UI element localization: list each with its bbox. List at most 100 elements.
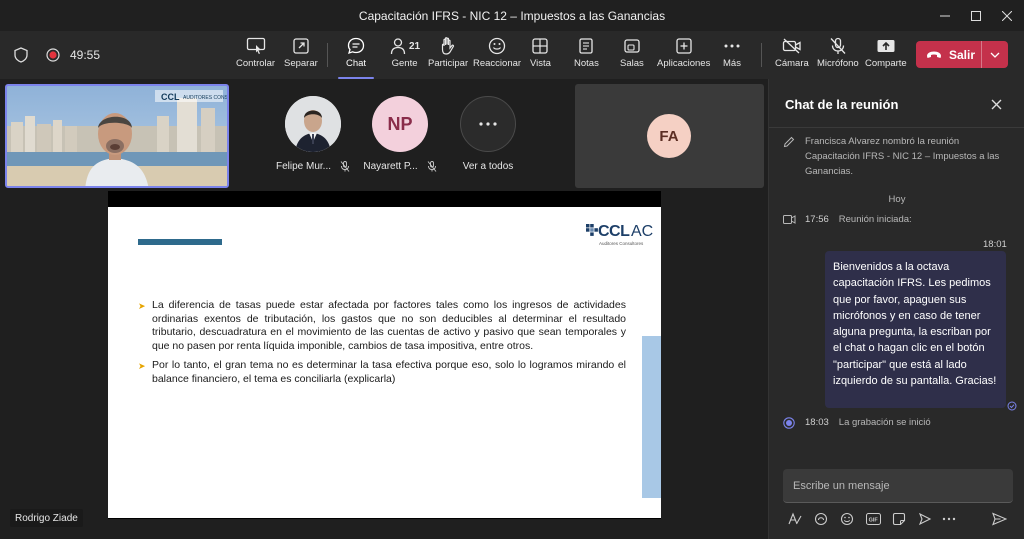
- slide-bullet: ➤ Por lo tanto, el gran tema no es deter…: [138, 359, 626, 385]
- loop-button[interactable]: [811, 509, 831, 529]
- maximize-icon: [971, 10, 981, 21]
- rename-event: Francisca Alvarez nombró la reunión Capa…: [783, 134, 1013, 179]
- notas-button[interactable]: Notas: [574, 35, 599, 75]
- microphone-off-icon: [830, 37, 846, 54]
- logo-mark-icon: [586, 224, 598, 236]
- logo-subtitle: Auditores Consultores: [599, 241, 644, 246]
- recording-icon: [783, 417, 795, 429]
- leave-label: Salir: [949, 47, 976, 62]
- screen-control-icon: [246, 37, 265, 54]
- vista-button[interactable]: Vista: [530, 35, 551, 75]
- gif-icon: GIF: [865, 513, 881, 525]
- send-icon: [991, 512, 1007, 526]
- gif-button[interactable]: GIF: [863, 509, 883, 529]
- logo-suffix: AC: [631, 223, 654, 240]
- reaccionar-button[interactable]: Reaccionar: [473, 35, 521, 75]
- people-icon: [390, 38, 406, 55]
- message-input[interactable]: Escribe un mensaje: [783, 469, 1013, 503]
- meeting-status: 49:55: [14, 31, 100, 79]
- toolbar-divider: [327, 43, 328, 67]
- more-icon: [724, 44, 740, 48]
- view-all-label: Ver a todos: [462, 161, 514, 172]
- more-icon: [942, 517, 956, 521]
- chat-message[interactable]: Bienvenidos a la octava capacitación IFR…: [825, 251, 1006, 408]
- raise-hand-icon: [441, 37, 455, 55]
- send-later-icon: [918, 512, 932, 526]
- title-bar: Capacitación IFRS - NIC 12 – Impuestos a…: [0, 0, 1024, 31]
- window-title: Capacitación IFRS - NIC 12 – Impuestos a…: [358, 9, 666, 23]
- breakout-rooms-icon: [624, 39, 640, 53]
- participant-nayarett[interactable]: NP Nayarett P...: [355, 96, 445, 172]
- separar-button[interactable]: Separar: [284, 35, 318, 75]
- avatar: FA: [647, 114, 691, 158]
- participant-name: Felipe Mur...: [275, 161, 332, 172]
- day-separator: Hoy: [888, 194, 906, 205]
- sticker-button[interactable]: [889, 509, 909, 529]
- leave-main[interactable]: Salir: [916, 41, 982, 68]
- hang-up-icon: [927, 51, 941, 58]
- avatar: NP: [372, 96, 428, 152]
- shield-icon[interactable]: [14, 47, 28, 63]
- video-icon: [783, 215, 796, 224]
- leave-button[interactable]: Salir: [916, 41, 1008, 68]
- chat-panel: Chat de la reunión Francisca Alvarez nom…: [768, 79, 1024, 539]
- loop-icon: [814, 512, 828, 526]
- participant-felipe[interactable]: Felipe Mur...: [268, 96, 358, 172]
- view-all-button[interactable]: Ver a todos: [443, 96, 533, 172]
- participant-name: Nayarett P...: [363, 161, 418, 172]
- share-screen-icon: [877, 40, 895, 52]
- close-chat-button[interactable]: [987, 95, 1005, 113]
- read-receipt: [1007, 398, 1017, 416]
- format-button[interactable]: [785, 509, 805, 529]
- leave-options-dropdown[interactable]: [982, 52, 1008, 58]
- avatar: [285, 96, 341, 152]
- gente-button[interactable]: 21 Gente: [389, 35, 420, 75]
- send-button[interactable]: [989, 509, 1009, 529]
- presenter-video[interactable]: CCL AUDITORES CONSULTORES: [5, 84, 229, 188]
- close-icon: [991, 99, 1001, 109]
- participant-tile-fa[interactable]: FA: [575, 84, 764, 188]
- event-time: 17:56: [805, 214, 829, 225]
- meeting-toolbar: 49:55 Controlar Separar Chat 21 Gente Pa…: [0, 31, 1024, 79]
- chat-title: Chat de la reunión: [785, 97, 899, 112]
- more-icon: [460, 96, 516, 152]
- emoji-icon: [488, 37, 506, 55]
- participant-photo: [285, 96, 341, 152]
- bullet-arrow-icon: ➤: [138, 361, 146, 371]
- chat-button[interactable]: Chat: [338, 35, 375, 79]
- chat-icon: [347, 37, 365, 54]
- meeting-started-event: 17:56 Reunión iniciada:: [783, 212, 912, 230]
- chat-divider: [769, 127, 1024, 128]
- chevron-down-icon: [990, 52, 1000, 58]
- pop-out-icon: [293, 38, 309, 54]
- notes-icon: [579, 38, 594, 54]
- event-time: 18:03: [805, 417, 829, 428]
- camera-button[interactable]: Cámara: [775, 35, 809, 75]
- recording-icon: [46, 48, 60, 62]
- salas-button[interactable]: Salas: [620, 35, 644, 75]
- meeting-timer: 49:55: [70, 48, 101, 62]
- svg-text:CCL: CCL: [161, 92, 180, 102]
- camera-off-icon: [782, 38, 801, 54]
- aplicaciones-button[interactable]: Aplicaciones: [657, 35, 710, 75]
- svg-text:AUDITORES CONSULTORES: AUDITORES CONSULTORES: [183, 95, 229, 101]
- close-window-button[interactable]: [988, 0, 1024, 31]
- composer-toolbar: GIF: [783, 509, 1013, 529]
- emoji-icon: [840, 512, 854, 526]
- pencil-icon: [783, 136, 795, 148]
- more-options-button[interactable]: [939, 509, 959, 529]
- controlar-button[interactable]: Controlar: [236, 35, 275, 75]
- participar-button[interactable]: Participar: [428, 35, 468, 75]
- recording-started-event: 18:03 La grabación se inició: [783, 415, 931, 434]
- share-button[interactable]: Comparte: [865, 35, 907, 75]
- schedule-send-button[interactable]: [915, 509, 935, 529]
- microphone-off-icon: [340, 161, 350, 172]
- message-timestamp: 18:01: [983, 239, 1007, 250]
- slide-accent-bar: [138, 239, 222, 245]
- add-app-icon: [676, 38, 692, 54]
- mas-button[interactable]: Más: [723, 35, 741, 75]
- microphone-button[interactable]: Micrófono: [817, 35, 859, 75]
- read-check-icon: [1007, 401, 1017, 411]
- close-icon: [1002, 10, 1012, 21]
- emoji-button[interactable]: [837, 509, 857, 529]
